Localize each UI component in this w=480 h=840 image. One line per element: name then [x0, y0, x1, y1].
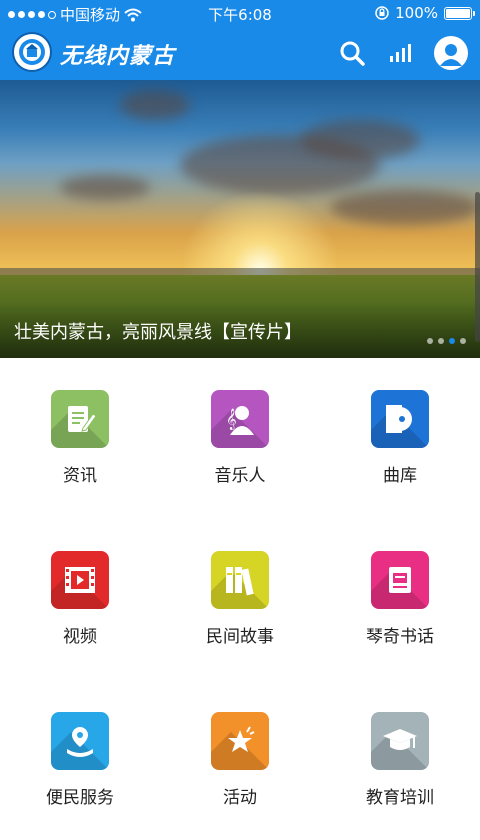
news-edit-icon [51, 390, 109, 448]
menu-label: 视频 [63, 627, 97, 647]
graduation-cap-icon [371, 712, 429, 770]
pager-dot[interactable] [460, 338, 466, 344]
feature-grid: 资讯 𝄞 音乐人 曲库 视频 民间故事 琴奇书话 便民服务 活动 教育培训 [0, 358, 480, 808]
location-service-icon [51, 712, 109, 770]
menu-tile-education[interactable]: 教育培训 [320, 680, 480, 840]
search-icon[interactable] [338, 39, 366, 67]
logo-emblem-icon [19, 39, 45, 65]
music-library-icon [371, 390, 429, 448]
battery-percent: 100% [395, 4, 438, 22]
menu-label: 便民服务 [46, 788, 114, 808]
menu-tile-folk-stories[interactable]: 民间故事 [160, 519, 320, 679]
menu-tile-activities[interactable]: 活动 [160, 680, 320, 840]
video-icon [51, 551, 109, 609]
rotation-lock-icon [375, 6, 389, 20]
menu-tile-qinqi-shuhua[interactable]: 琴奇书话 [320, 519, 480, 679]
battery-area: 100% [375, 4, 475, 22]
musician-icon: 𝄞 [211, 390, 269, 448]
menu-label: 资讯 [63, 466, 97, 486]
user-profile-icon [440, 44, 462, 66]
pager-dot-active[interactable] [449, 338, 455, 344]
menu-label: 教育培训 [366, 788, 434, 808]
menu-tile-musician[interactable]: 𝄞 音乐人 [160, 358, 320, 518]
menu-tile-news[interactable]: 资讯 [0, 358, 160, 518]
menu-tile-public-service[interactable]: 便民服务 [0, 680, 160, 840]
folk-stories-icon [211, 551, 269, 609]
menu-label: 活动 [223, 788, 257, 808]
banner-caption-bar: 壮美内蒙古，亮丽风景线【宣传片】 [0, 302, 480, 358]
app-header: 无线内蒙古 [0, 26, 480, 80]
signal-bars-icon[interactable] [388, 41, 412, 65]
banner-caption: 壮美内蒙古，亮丽风景线【宣传片】 [14, 322, 302, 343]
pager-dot[interactable] [438, 338, 444, 344]
menu-label: 民间故事 [206, 627, 274, 647]
svg-text:𝄞: 𝄞 [226, 409, 237, 430]
menu-tile-video[interactable]: 视频 [0, 519, 160, 679]
battery-icon [444, 6, 475, 20]
menu-label: 琴奇书话 [366, 627, 434, 647]
activity-star-icon [211, 712, 269, 770]
app-title: 无线内蒙古 [60, 44, 176, 69]
status-bar: 中国移动 下午6:08 100% [0, 0, 480, 26]
menu-tile-music-library[interactable]: 曲库 [320, 358, 480, 518]
banner-pager[interactable] [427, 338, 466, 344]
menu-label: 曲库 [383, 466, 417, 486]
menu-label: 音乐人 [214, 466, 266, 486]
side-scroll-handle[interactable] [475, 192, 480, 342]
pager-dot[interactable] [427, 338, 433, 344]
promo-banner[interactable]: 壮美内蒙古，亮丽风景线【宣传片】 [0, 80, 480, 358]
book-icon [371, 551, 429, 609]
app-logo [12, 32, 52, 72]
user-avatar[interactable] [434, 36, 468, 70]
